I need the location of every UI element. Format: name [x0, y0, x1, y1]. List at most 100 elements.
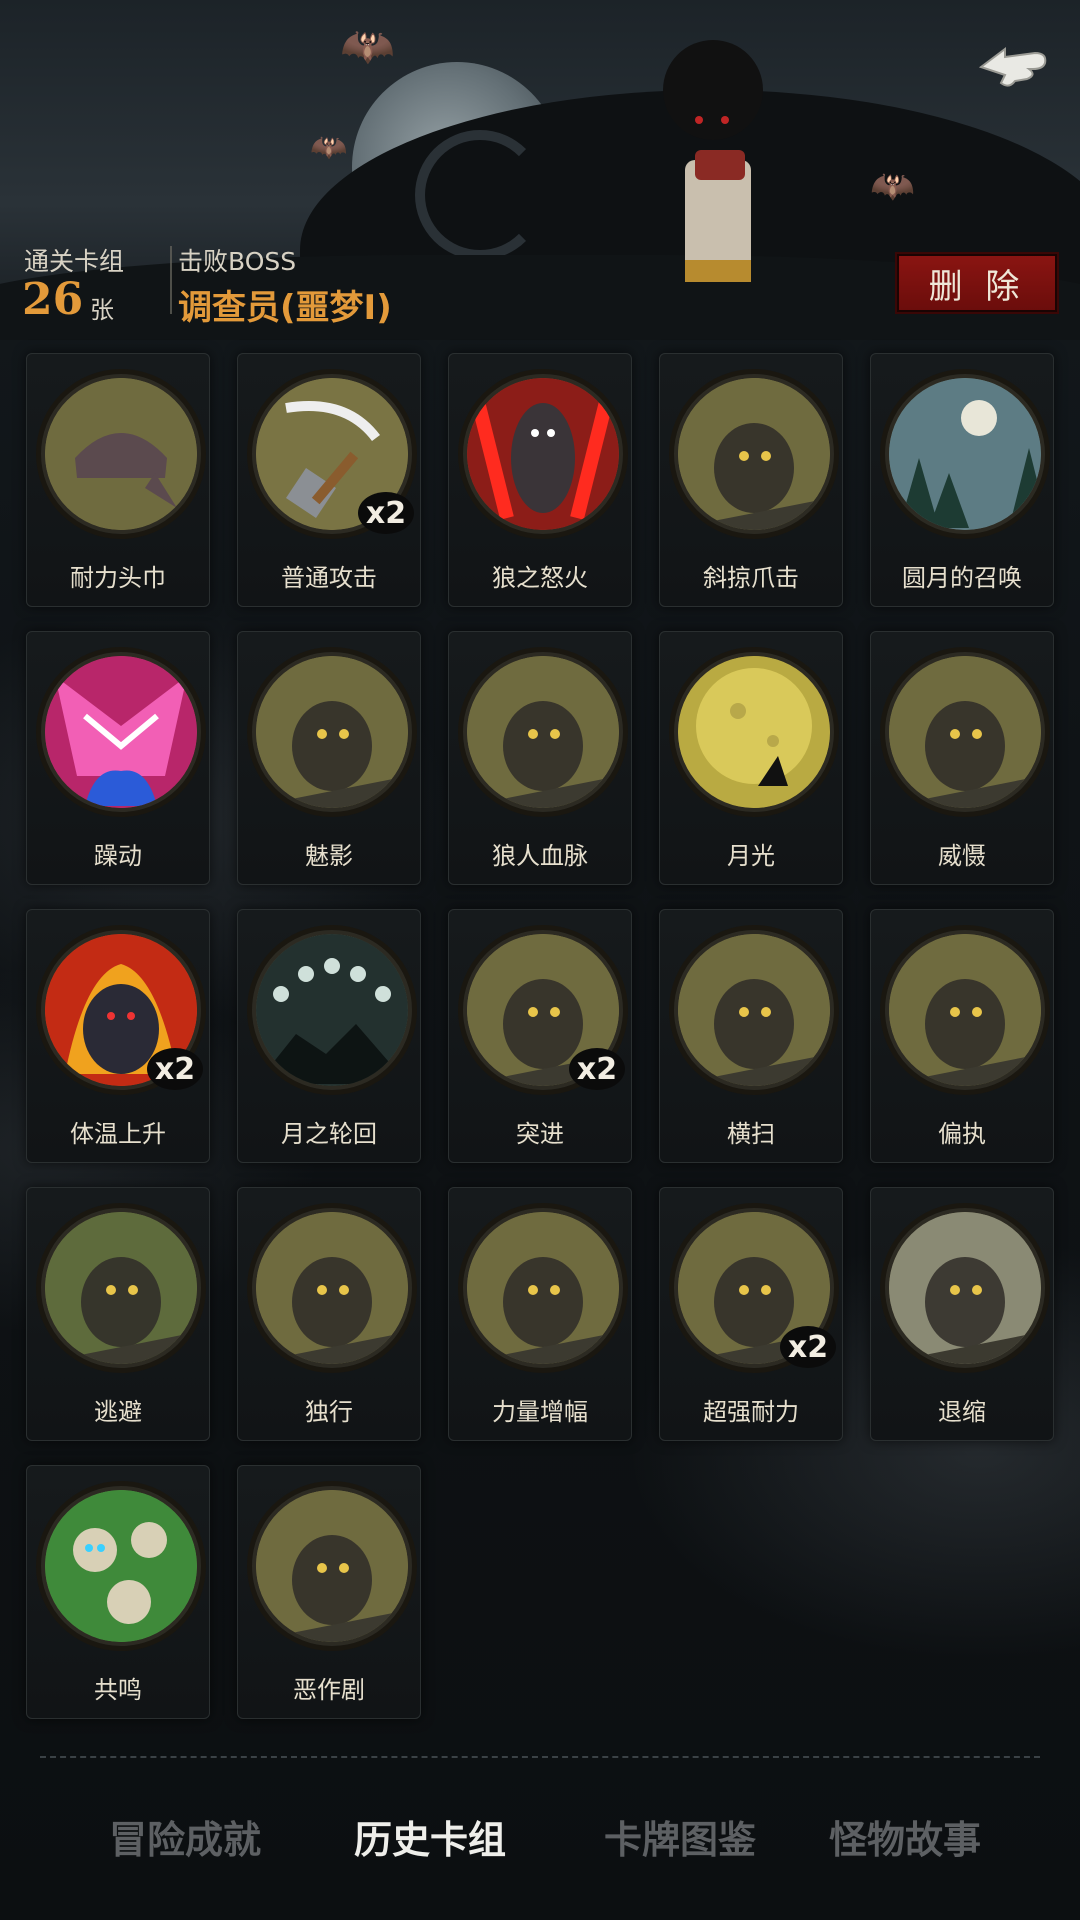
tab-history-deck[interactable]: 历史卡组: [325, 1808, 535, 1864]
card-art: [885, 374, 1045, 534]
card-name: 突进: [516, 1120, 564, 1148]
boss-name: 调查员(噩梦I): [178, 288, 392, 328]
moonlight-icon: [678, 656, 830, 808]
skull-smoke-icon: [45, 1490, 197, 1642]
tab-card-codex[interactable]: 卡牌图鉴: [575, 1808, 785, 1864]
back-button[interactable]: [970, 30, 1056, 100]
deck-card[interactable]: 圆月的召唤: [870, 353, 1054, 607]
tab-monster-stories[interactable]: 怪物故事: [800, 1808, 1010, 1864]
card-name: 耐力头巾: [70, 564, 166, 592]
bat-icon: 🦇: [340, 21, 395, 72]
deck-card[interactable]: 偏执: [870, 909, 1054, 1163]
deck-card[interactable]: x2 体温上升: [26, 909, 210, 1163]
back-hand-icon: [978, 47, 1047, 87]
boss-label: 击败BOSS: [178, 247, 297, 276]
card-name: 力量增幅: [492, 1398, 588, 1426]
bat-icon: 🦇: [870, 166, 915, 207]
hand-icon: [467, 656, 619, 808]
wolf-bear-icon: [889, 934, 1041, 1086]
deck-card[interactable]: 月之轮回: [237, 909, 421, 1163]
werewolf-rage-icon: [467, 378, 619, 530]
card-art: [252, 1208, 412, 1368]
retreat-icon: [889, 1212, 1041, 1364]
deck-card[interactable]: 独行: [237, 1187, 421, 1441]
deck-card[interactable]: 月光: [659, 631, 843, 885]
card-name: 狼之怒火: [492, 564, 588, 592]
card-name: 逃避: [94, 1398, 142, 1426]
card-name: 退缩: [938, 1398, 986, 1426]
phantom-icon: [256, 656, 408, 808]
card-count-badge: x2: [147, 1048, 203, 1090]
delete-button[interactable]: 删 除: [895, 252, 1059, 314]
bear-icon: [889, 656, 1041, 808]
card-name: 独行: [305, 1398, 353, 1426]
prank-doll-icon: [256, 1490, 408, 1642]
deck-card[interactable]: 威慑: [870, 631, 1054, 885]
card-count-badge: x2: [358, 492, 414, 534]
card-art: [463, 374, 623, 534]
full-moon-forest-icon: [889, 378, 1041, 530]
card-name: 体温上升: [70, 1120, 166, 1148]
card-name: 偏执: [938, 1120, 986, 1148]
card-name: 狼人血脉: [492, 842, 588, 870]
card-art: [252, 652, 412, 812]
card-count-badge: x2: [780, 1326, 836, 1368]
deck-card[interactable]: 恶作剧: [237, 1465, 421, 1719]
card-art: [674, 652, 834, 812]
deck-card[interactable]: 共鸣: [26, 1465, 210, 1719]
card-count-badge: x2: [569, 1048, 625, 1090]
log-lift-icon: [467, 1212, 619, 1364]
frenzy-icon: [45, 656, 197, 808]
card-art: [252, 1486, 412, 1646]
card-name: 威慑: [938, 842, 986, 870]
card-art: [252, 930, 412, 1090]
card-art: [674, 930, 834, 1090]
bandana-icon: [45, 378, 197, 530]
card-art: [41, 1208, 201, 1368]
card-name: 普通攻击: [281, 564, 377, 592]
deck-card[interactable]: 魅影: [237, 631, 421, 885]
claw-icon: [678, 378, 830, 530]
bat-icon: 🦇: [310, 130, 348, 165]
card-name: 横扫: [727, 1120, 775, 1148]
card-name: 躁动: [94, 842, 142, 870]
card-art: [41, 652, 201, 812]
deck-card[interactable]: 斜掠爪击: [659, 353, 843, 607]
deck-card[interactable]: 退缩: [870, 1187, 1054, 1441]
deck-card[interactable]: x2 普通攻击: [237, 353, 421, 607]
moon-phases-icon: [256, 934, 408, 1086]
card-name: 月光: [727, 842, 775, 870]
card-name: 恶作剧: [293, 1676, 365, 1704]
deck-card[interactable]: 横扫: [659, 909, 843, 1163]
card-art: [674, 374, 834, 534]
deck-card[interactable]: 逃避: [26, 1187, 210, 1441]
card-art: [463, 652, 623, 812]
cleared-deck-label: 通关卡组: [24, 247, 125, 276]
deck-card[interactable]: 躁动: [26, 631, 210, 885]
header-divider: [170, 246, 172, 314]
deck-card[interactable]: 狼之怒火: [448, 353, 632, 607]
tab-adventure-achievements[interactable]: 冒险成就: [80, 1808, 290, 1864]
card-art: [41, 374, 201, 534]
deck-card[interactable]: 力量增幅: [448, 1187, 632, 1441]
deck-card[interactable]: x2 超强耐力: [659, 1187, 843, 1441]
card-name: 魅影: [305, 842, 353, 870]
card-name: 月之轮回: [281, 1120, 377, 1148]
card-art: [41, 1486, 201, 1646]
boy-character: [655, 40, 775, 300]
card-art: [885, 1208, 1045, 1368]
card-name: 共鸣: [94, 1676, 142, 1704]
cleared-deck-count: 26: [22, 274, 84, 325]
divider-line: [40, 1756, 1040, 1758]
card-name: 斜掠爪击: [703, 564, 799, 592]
cleared-deck-unit: 张: [90, 296, 114, 324]
card-art: [463, 1208, 623, 1368]
spiral-decoration: [415, 130, 545, 260]
lone-walk-icon: [256, 1212, 408, 1364]
deck-card[interactable]: 耐力头巾: [26, 353, 210, 607]
escape-icon: [45, 1212, 197, 1364]
deck-card[interactable]: 狼人血脉: [448, 631, 632, 885]
card-name: 超强耐力: [703, 1398, 799, 1426]
sweep-icon: [678, 934, 830, 1086]
deck-card[interactable]: x2 突进: [448, 909, 632, 1163]
